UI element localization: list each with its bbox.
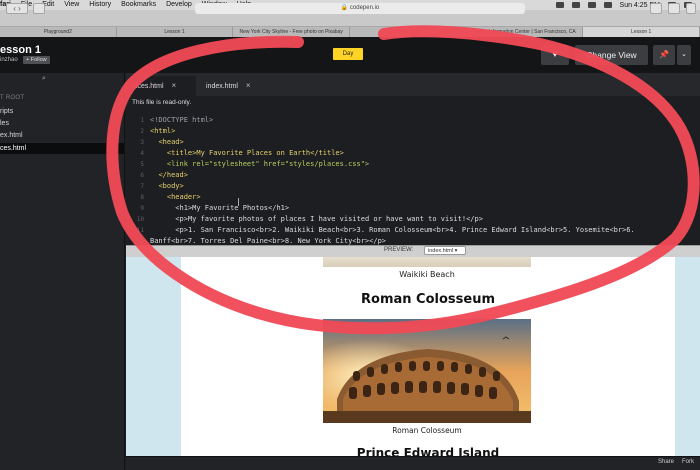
text-cursor [238,198,242,206]
search-icon[interactable]: ⌕ [42,75,46,83]
codepen-footer [126,456,700,470]
share-toolbar-icon[interactable] [650,3,662,14]
menu-view[interactable]: View [64,0,79,10]
code-line: <header> [166,193,201,201]
tab-label: index.html [206,83,238,90]
menu-develop[interactable]: Develop [166,0,192,10]
heart-icon: ♥ [552,49,558,60]
tab-label: laces.html [132,83,164,90]
line-number: 5 [140,161,144,168]
code-line: <body> [158,182,184,190]
section-heading: Prince Edward Island [356,446,500,456]
section-heading: Roman Colosseum [361,292,495,307]
line-number: 11 [136,227,144,234]
line-number: 2 [140,128,144,135]
sidebar-item-scripts[interactable]: ripts [0,106,124,117]
heart-button[interactable]: ♥ [541,45,569,65]
browser-tab[interactable]: Lorem Ipsum [350,27,467,37]
code-content[interactable]: 1 <!DOCTYPE html> 2 <html> 3 <head> 4 <tit… [130,113,700,245]
browser-tab[interactable]: Visitor Information Center | San Francis… [467,27,584,37]
browser-tab-active[interactable]: Lesson 1 [583,27,700,37]
chevron-down-icon: ⌄ [681,51,687,58]
photo-caption: Roman Colosseum [392,426,462,435]
code-line: </head> [158,171,188,179]
code-line: <h1>My Favorite Photos</h1> [175,204,290,212]
browser-tab[interactable]: New York City Skyline - Free photo on Pi… [233,27,351,37]
more-options-button[interactable]: ⌄ [677,45,691,65]
menu-bookmarks[interactable]: Bookmarks [121,0,156,10]
new-tab-icon[interactable] [686,3,696,14]
code-line: <p>My favorite photos of places I have v… [175,215,483,223]
browser-tab-bar: Playground2 Lesson 1 New York City Skyli… [0,27,700,37]
pin-icon: 📌 [659,50,669,59]
line-number: 4 [140,150,144,157]
browser-tab[interactable]: Lesson 1 [117,27,234,37]
line-number: 8 [140,194,144,201]
browser-tab[interactable]: Playground2 [0,27,117,37]
back-forward-button[interactable]: ‹ › [6,3,28,14]
tab-index-html[interactable]: index.html × [204,76,264,96]
code-line: <link rel="stylesheet" href="styles/plac… [166,160,370,168]
sidebar-item-styles[interactable]: les [0,118,124,129]
photo-caption: Waikiki Beach [399,270,455,279]
tray-wifi-icon[interactable] [587,2,596,8]
line-number: 10 [136,216,144,223]
line-number: 12 [136,238,144,245]
project-author[interactable]: inzhao [0,57,18,63]
tabs-overview-icon[interactable] [668,3,680,14]
tray-battery-icon[interactable] [603,2,612,8]
tab-places-html[interactable]: laces.html × [130,76,196,96]
tray-bluetooth-icon[interactable] [571,2,580,8]
preview-label: PREVIEW: [384,247,414,253]
code-line: <html> [150,127,176,135]
tray-app-icon[interactable] [555,2,564,8]
menu-history[interactable]: History [89,0,111,10]
colosseum-photo [323,319,531,423]
sidebar-item-index-html[interactable]: ex.html [0,130,124,141]
code-line: <title>My Favorite Places on Earth</titl… [166,149,344,157]
line-number: 7 [140,183,144,190]
readonly-notice: This file is read-only. [132,99,192,106]
sidebar-toggle-icon[interactable] [33,3,45,14]
waikiki-photo [323,257,531,267]
colosseum-image [323,319,531,423]
code-line: <head> [158,138,184,146]
preview-select-value: index.html [428,248,454,254]
follow-button[interactable]: + Follow [23,56,50,64]
line-number: 3 [140,139,144,146]
sidebar-item-places-html[interactable]: ces.html [0,143,124,154]
share-button[interactable]: Share [658,459,674,465]
fork-button[interactable]: Fork [682,459,694,465]
change-view-button[interactable]: Change View [575,45,648,65]
chevron-down-icon: ▾ [454,248,458,254]
preview-file-select[interactable]: index.html ▾ [424,246,466,255]
code-line: <!DOCTYPE html> [150,116,214,124]
line-number: 9 [140,205,144,212]
code-line: <p>1. San Francisco<br>2. Waikiki Beach<… [175,226,635,234]
close-icon[interactable]: × [246,81,251,90]
yellow-badge[interactable]: Day [333,48,363,60]
pin-button[interactable]: 📌 [653,45,675,65]
code-line: Banff<br>7. Torres Del Paine<br>8. New Y… [150,237,387,245]
close-icon[interactable]: × [172,81,177,90]
project-title: esson 1 [0,44,41,56]
address-bar[interactable]: 🔒 codepen.io [195,3,525,14]
sidebar-root-label: T ROOT [0,95,25,101]
line-number: 6 [140,172,144,179]
line-number: 1 [140,117,144,124]
url-text: codepen.io [349,5,380,11]
